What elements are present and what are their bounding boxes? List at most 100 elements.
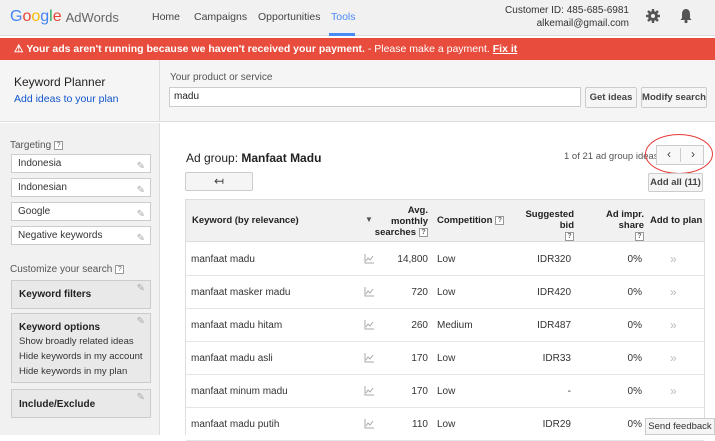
table-row: manfaat madu 14,800 Low IDR320 0% »: [186, 243, 704, 276]
add-to-plan-icon[interactable]: »: [670, 252, 677, 266]
impr-share-cell: 0%: [627, 353, 642, 364]
add-to-plan-icon[interactable]: »: [670, 285, 677, 299]
targeting-value: Indonesia: [18, 158, 62, 169]
customize-heading: Customize your search?: [10, 264, 125, 275]
help-icon[interactable]: ?: [635, 232, 644, 241]
add-to-plan-icon[interactable]: »: [670, 318, 677, 332]
red-highlight-circle: [645, 134, 713, 174]
page-title: Keyword Planner: [14, 75, 106, 89]
help-icon[interactable]: ?: [565, 232, 574, 241]
suggested-bid-cell: -: [567, 386, 571, 397]
help-icon[interactable]: ?: [419, 228, 428, 237]
table-row: manfaat madu hitam 260 Medium IDR487 0% »: [186, 309, 704, 342]
nav-campaigns[interactable]: Campaigns: [194, 11, 247, 23]
alert-text: - Please make a payment.: [364, 43, 490, 55]
keyword-options-panel[interactable]: Keyword options Show broadly related ide…: [11, 313, 151, 383]
trend-chart-icon[interactable]: [364, 352, 375, 363]
modify-search-button[interactable]: Modify search: [641, 87, 707, 108]
sidebar: Targeting? Indonesia ✎ Indonesian ✎ Google…: [0, 123, 160, 435]
active-nav-indicator: [329, 33, 355, 36]
avg-searches-cell: 260: [411, 320, 428, 331]
targeting-network[interactable]: Google ✎: [11, 202, 151, 221]
targeting-value: Google: [18, 206, 51, 217]
add-to-plan-icon[interactable]: »: [670, 351, 677, 365]
pencil-icon[interactable]: ✎: [137, 158, 145, 175]
customize-label: Customize your search: [10, 264, 113, 275]
col-bid-label: Suggested bid: [525, 209, 574, 231]
notification-bell-icon[interactable]: [678, 8, 694, 24]
competition-cell: Low: [437, 254, 456, 265]
include-exclude-label: Include/Exclude: [19, 399, 96, 410]
pencil-icon[interactable]: ✎: [137, 392, 145, 403]
impr-share-cell: 0%: [627, 254, 642, 265]
keyword-filters-panel[interactable]: Keyword filters ✎: [11, 280, 151, 309]
top-bar: Google AdWords Home Campaigns Opportunit…: [0, 0, 715, 36]
trend-chart-icon[interactable]: [364, 385, 375, 396]
pencil-icon[interactable]: ✎: [137, 182, 145, 199]
alert-icon: ⚠: [14, 43, 24, 55]
targeting-location[interactable]: Indonesia ✎: [11, 154, 151, 173]
pencil-icon[interactable]: ✎: [137, 230, 145, 247]
help-icon[interactable]: ?: [115, 265, 125, 274]
help-icon[interactable]: ?: [495, 216, 505, 225]
page-subtitle: Add ideas to your plan: [14, 93, 119, 105]
targeting-value: Indonesian: [18, 182, 67, 193]
help-icon[interactable]: ?: [54, 141, 64, 150]
keyword-option: Show broadly related ideas: [19, 336, 134, 347]
nav-tools[interactable]: Tools: [331, 11, 356, 23]
nav-opportunities[interactable]: Opportunities: [258, 11, 320, 23]
avg-searches-cell: 170: [411, 353, 428, 364]
avg-searches-cell: 14,800: [397, 254, 428, 265]
table-row: manfaat madu putih110LowIDR290%»: [186, 408, 704, 441]
impr-share-cell: 0%: [627, 419, 642, 430]
table-row: manfaat minum madu 170 Low - 0% »: [186, 375, 704, 408]
add-to-plan-icon[interactable]: »: [670, 384, 677, 398]
table-row: manfaat masker madu 720 Low IDR420 0% »: [186, 276, 704, 309]
add-all-button[interactable]: Add all (11): [648, 173, 703, 192]
col-impr-share[interactable]: Ad impr. share?: [582, 209, 644, 242]
keyword-option: Hide keywords in my account: [19, 351, 143, 362]
product-search-input[interactable]: madu: [169, 87, 581, 107]
trend-chart-icon[interactable]: [364, 418, 375, 429]
account-info[interactable]: Customer ID: 485-685-6981 alkemail@gmail…: [505, 4, 629, 30]
logo-letter: o: [31, 8, 41, 25]
col-avg-searches[interactable]: Avg. monthly searches?: [372, 205, 428, 238]
get-ideas-button[interactable]: Get ideas: [585, 87, 637, 108]
competition-cell: Medium: [437, 320, 473, 331]
impr-share-cell: 0%: [627, 287, 642, 298]
keyword-option: Hide keywords in my plan: [19, 366, 128, 377]
keyword-filters-label: Keyword filters: [19, 289, 92, 300]
avg-searches-cell: 110: [412, 419, 428, 430]
keyword-cell: manfaat masker madu: [191, 287, 291, 298]
send-feedback-button[interactable]: Send feedback: [645, 418, 715, 435]
col-competition[interactable]: Competition?: [437, 215, 505, 226]
suggested-bid-cell: IDR29: [542, 419, 571, 430]
trend-chart-icon[interactable]: [364, 286, 375, 297]
ad-group-title: Ad group: Manfaat Madu: [186, 151, 321, 165]
table-row: manfaat madu asli 170 Low IDR33 0% »: [186, 342, 704, 375]
customer-id: Customer ID: 485-685-6981: [505, 5, 629, 16]
gear-icon[interactable]: [645, 8, 661, 24]
fix-it-link[interactable]: Fix it: [493, 43, 518, 55]
suggested-bid-cell: IDR33: [542, 353, 571, 364]
targeting-negative-keywords[interactable]: Negative keywords ✎: [11, 226, 151, 245]
trend-chart-icon[interactable]: [364, 253, 375, 264]
competition-cell: Low: [437, 419, 456, 430]
adwords-logo[interactable]: Google AdWords: [10, 7, 119, 27]
pencil-icon[interactable]: ✎: [137, 283, 145, 294]
targeting-value: Negative keywords: [18, 230, 103, 241]
include-exclude-panel[interactable]: Include/Exclude ✎: [11, 389, 151, 418]
col-keyword[interactable]: Keyword (by relevance): [192, 215, 299, 226]
ad-group-prefix: Ad group:: [186, 151, 239, 165]
back-button[interactable]: ↤: [185, 172, 253, 191]
col-suggested-bid[interactable]: Suggested bid?: [514, 209, 574, 242]
pencil-icon[interactable]: ✎: [137, 316, 145, 327]
trend-chart-icon[interactable]: [364, 319, 375, 330]
pencil-icon[interactable]: ✎: [137, 206, 145, 223]
keyword-options-title: Keyword options: [19, 322, 101, 333]
targeting-heading: Targeting?: [10, 140, 64, 151]
payment-alert-banner: ⚠ Your ads aren't running because we hav…: [0, 38, 715, 60]
product-label: Your product or service: [170, 72, 273, 83]
nav-home[interactable]: Home: [152, 11, 180, 23]
targeting-language[interactable]: Indonesian ✎: [11, 178, 151, 197]
